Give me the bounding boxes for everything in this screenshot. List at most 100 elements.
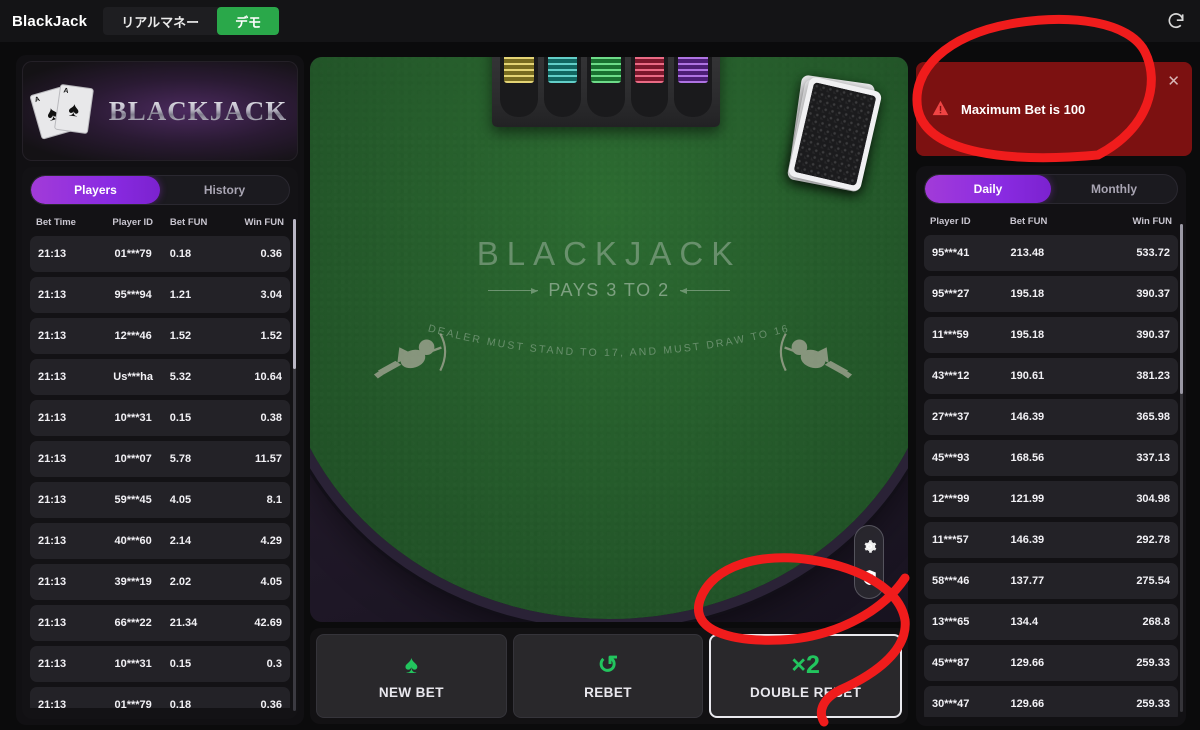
table-row[interactable]: 45***87 129.66 259.33: [924, 645, 1178, 681]
warning-triangle-icon: [932, 100, 949, 119]
alert-message: Maximum Bet is 100: [961, 101, 1086, 117]
table-row[interactable]: 11***59 195.18 390.37: [924, 317, 1178, 353]
table-row[interactable]: 12***99 121.99 304.98: [924, 481, 1178, 517]
felt-pays-text: PAYS 3 TO 2: [548, 280, 670, 300]
cell-win: 365.98: [1136, 411, 1170, 423]
table-row[interactable]: 21:13 66***22 21.34 42.69: [30, 605, 290, 641]
new-bet-button[interactable]: ♠ NEW BET: [316, 634, 507, 718]
table-row[interactable]: 21:13 39***19 2.02 4.05: [30, 564, 290, 600]
cell-player: 58***46: [932, 575, 970, 587]
ace-cards-icon: A ♠ A ♠: [29, 82, 99, 140]
multiply-two-icon: ×2: [791, 650, 820, 679]
table-row[interactable]: 21:13 95***94 1.21 3.04: [30, 277, 290, 313]
cell-player: 12***46: [114, 330, 152, 342]
cell-bet: 213.48: [1010, 247, 1045, 259]
rebet-button[interactable]: ↺ REBET: [512, 634, 704, 718]
cell-bet: 21.34: [169, 617, 198, 629]
cell-bet: 0.15: [169, 412, 192, 424]
table-row[interactable]: 45***93 168.56 337.13: [924, 440, 1178, 476]
cell-bet: 5.78: [169, 453, 192, 465]
table-row[interactable]: 21:13 12***46 1.52 1.52: [30, 318, 290, 354]
col-win-fun: Win FUN: [244, 217, 284, 228]
cell-time: 21:13: [38, 371, 67, 383]
mode-demo-button[interactable]: デモ: [217, 7, 280, 35]
refresh-icon: [1168, 13, 1184, 28]
felt-title: BLACKJACK: [476, 235, 742, 272]
close-icon[interactable]: ✕: [1167, 74, 1180, 89]
chip-slot-4[interactable]: [630, 57, 669, 117]
cherub-statue-left: [373, 333, 447, 379]
col-bet-fun: Bet FUN: [1009, 216, 1048, 227]
cell-win: 337.13: [1136, 452, 1170, 464]
cell-bet: 4.05: [169, 494, 192, 506]
felt-pays-line: PAYS 3 TO 2: [310, 280, 908, 301]
table-row[interactable]: 21:13 10***31 0.15 0.3: [30, 646, 290, 682]
table-row[interactable]: 21:13 59***45 4.05 8.1: [30, 482, 290, 518]
table-row[interactable]: 30***47 129.66 259.33: [924, 686, 1178, 717]
cell-bet: 0.15: [169, 658, 192, 670]
arrow-right-icon: [679, 287, 730, 294]
game-logo-text: BLACKJACK: [108, 95, 288, 126]
refresh-icon: ↺: [597, 650, 619, 679]
table-row[interactable]: 58***46 137.77 275.54: [924, 563, 1178, 599]
chip-slot-2[interactable]: [543, 57, 582, 117]
arrow-left-icon: [488, 287, 539, 294]
cell-win: 0.36: [260, 699, 282, 708]
table-row[interactable]: 21:13 10***07 5.78 11.57: [30, 441, 290, 477]
cell-bet: 137.77: [1010, 575, 1045, 587]
tab-monthly[interactable]: Monthly: [1051, 175, 1177, 203]
col-bet-fun: Bet FUN: [169, 217, 208, 228]
leaderboard-scrollbar-thumb[interactable]: [1180, 224, 1183, 394]
shield-check-icon[interactable]: [862, 569, 877, 586]
table-row[interactable]: 95***27 195.18 390.37: [924, 276, 1178, 312]
game-logo: A ♠ A ♠ BLACKJACK: [22, 61, 298, 161]
col-player-id: Player ID: [112, 217, 154, 228]
rebet-label: REBET: [584, 684, 632, 700]
cherub-statue-right: [779, 333, 853, 379]
table-row[interactable]: 21:13 01***79 0.18 0.36: [30, 236, 290, 272]
chip-tray[interactable]: [492, 57, 720, 127]
players-scrollbar-thumb[interactable]: [293, 219, 296, 369]
table-row[interactable]: 95***41 213.48 533.72: [924, 235, 1178, 271]
table-row[interactable]: 21:13 10***31 0.15 0.38: [30, 400, 290, 436]
cell-player: 40***60: [114, 535, 152, 547]
table-row[interactable]: 21:13 01***79 0.18 0.36: [30, 687, 290, 708]
players-rows[interactable]: 21:13 01***79 0.18 0.36 21:13 95***94 1.21 3.04…: [30, 236, 290, 708]
cell-player: 27***37: [932, 411, 970, 423]
cell-win: 533.72: [1136, 247, 1170, 259]
cell-bet: 190.61: [1010, 370, 1045, 382]
gear-icon[interactable]: [862, 539, 877, 554]
side-controls: [854, 525, 884, 599]
table-row[interactable]: 21:13 40***60 2.14 4.29: [30, 523, 290, 559]
col-player-id: Player ID: [930, 216, 971, 227]
cell-player: 10***07: [114, 453, 152, 465]
table-row[interactable]: 11***57 146.39 292.78: [924, 522, 1178, 558]
cell-time: 21:13: [38, 535, 67, 547]
table-row[interactable]: 27***37 146.39 365.98: [924, 399, 1178, 435]
table-row[interactable]: 43***12 190.61 381.23: [924, 358, 1178, 394]
cell-time: 21:13: [38, 617, 67, 629]
tab-daily[interactable]: Daily: [925, 175, 1051, 203]
cell-bet: 195.18: [1010, 288, 1045, 300]
mode-real-money-button[interactable]: リアルマネー: [103, 7, 217, 35]
cell-player: 59***45: [114, 494, 152, 506]
leaderboard-rows[interactable]: 95***41 213.48 533.72 95***27 195.18 390.37 11…: [924, 235, 1178, 717]
cell-player: 45***87: [932, 657, 970, 669]
mode-switch: リアルマネー デモ: [103, 7, 280, 35]
chip-slot-5[interactable]: [674, 57, 712, 117]
cell-bet: 146.39: [1010, 411, 1045, 423]
cell-player: 45***93: [932, 452, 970, 464]
cell-win: 3.04: [260, 289, 282, 301]
tab-history[interactable]: History: [160, 176, 289, 204]
leaderboard-column-headers: Player ID Bet FUN Win FUN: [924, 204, 1178, 235]
double-rebet-button[interactable]: ×2 DOUBLE REBET: [709, 634, 903, 718]
table-row[interactable]: 13***65 134.4 268.8: [924, 604, 1178, 640]
cell-win: 259.33: [1136, 698, 1170, 710]
chip-slot-3[interactable]: [587, 57, 625, 117]
tab-players[interactable]: Players: [31, 176, 160, 204]
cell-win: 259.33: [1136, 657, 1170, 669]
table-row[interactable]: 21:13 Us***ha 5.32 10.64: [30, 359, 290, 395]
cell-bet: 1.21: [169, 289, 192, 301]
chip-slot-1[interactable]: [500, 57, 538, 117]
refresh-button[interactable]: [1166, 8, 1200, 34]
